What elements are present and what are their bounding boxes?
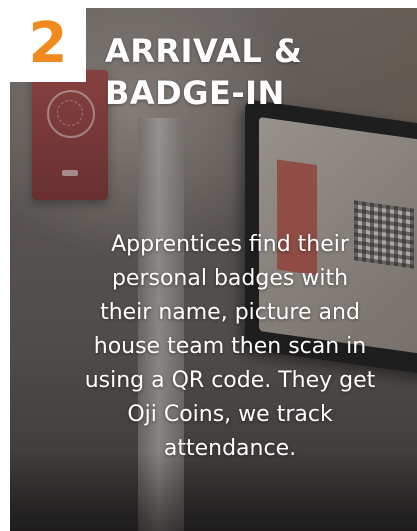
description-line-6: Oji Coins, we track bbox=[127, 402, 333, 427]
description-line-5: using a QR code. They get bbox=[84, 368, 376, 393]
description-line-7: attendance. bbox=[163, 436, 297, 461]
description-line-4: house team then scan in bbox=[93, 334, 367, 359]
card-title-line-2: BADGE-IN bbox=[105, 74, 285, 112]
step-card: 2 ARRIVAL & BADGE-IN Apprentices find th… bbox=[10, 8, 417, 531]
description-line-2: personal badges with bbox=[111, 266, 349, 291]
step-number: 2 bbox=[28, 11, 68, 76]
description-line-3: their name, picture and bbox=[100, 300, 360, 325]
description-line-1: Apprentices find their bbox=[111, 232, 349, 257]
step-number-badge: 2 bbox=[10, 8, 86, 82]
card-title-line-1: ARRIVAL & bbox=[105, 32, 303, 70]
card-description: Apprentices find their personal badges w… bbox=[40, 228, 417, 466]
card-title: ARRIVAL & BADGE-IN bbox=[105, 30, 302, 114]
